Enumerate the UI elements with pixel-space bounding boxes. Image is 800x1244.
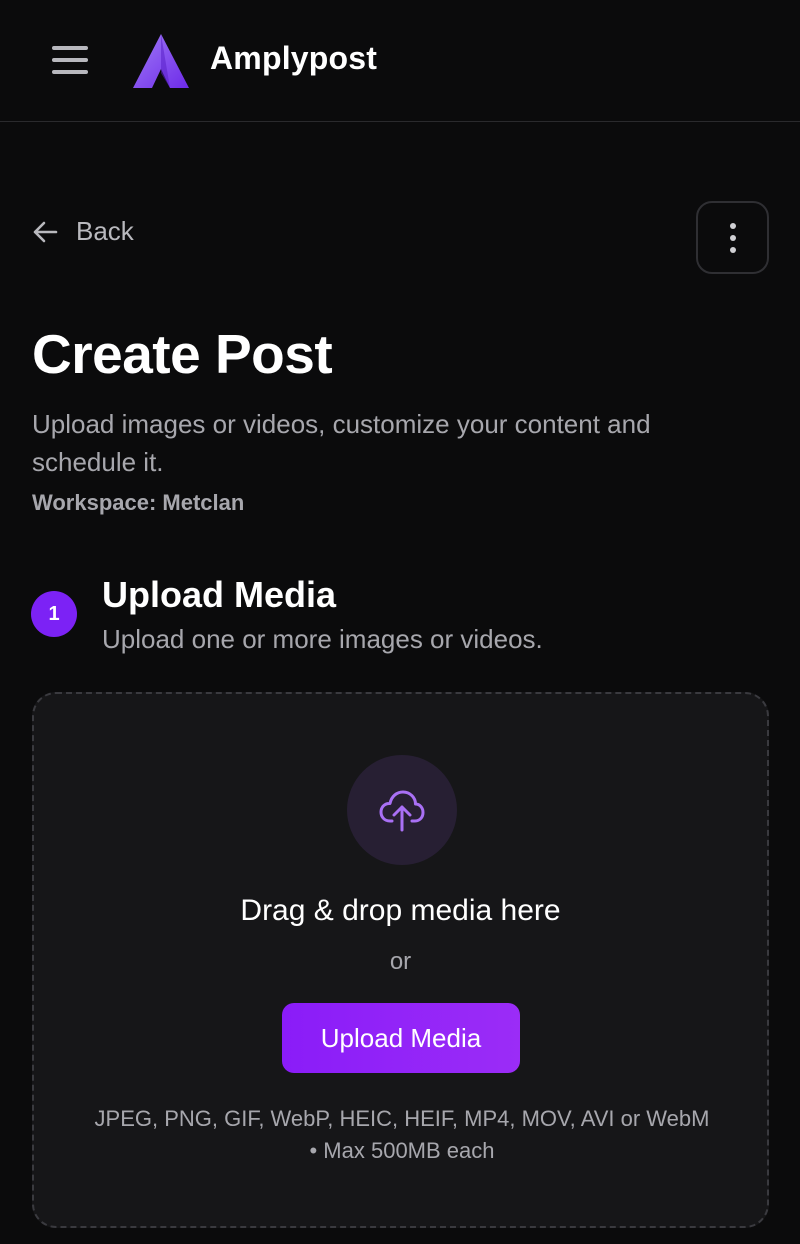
workspace-label: Workspace: Metclan <box>32 490 245 515</box>
step-number-badge: 1 <box>31 591 77 637</box>
vertical-dots-icon <box>729 234 736 241</box>
step-subtitle: Upload one or more images or videos. <box>102 624 543 654</box>
amplypost-logo-icon[interactable] <box>132 33 190 89</box>
menu-line <box>52 70 88 74</box>
app-header: Amplypost <box>0 0 800 122</box>
upload-icon-container <box>347 755 457 865</box>
page-subtitle: Upload images or videos, customize your … <box>32 409 651 477</box>
more-options-button[interactable] <box>696 201 769 274</box>
upload-media-button[interactable]: Upload Media <box>282 1003 520 1073</box>
dropzone-title: Drag & drop media here <box>240 894 561 927</box>
cloud-upload-icon <box>379 790 425 832</box>
vertical-dots-icon <box>729 222 736 229</box>
menu-line <box>52 46 88 50</box>
vertical-dots-icon <box>729 246 736 253</box>
hamburger-menu-icon[interactable] <box>50 42 90 78</box>
back-button[interactable]: Back <box>32 216 134 247</box>
arrow-left-icon <box>33 221 58 242</box>
page-title: Create Post <box>32 323 333 385</box>
step-title: Upload Media <box>102 574 337 615</box>
supported-formats-text: JPEG, PNG, GIF, WebP, HEIC, HEIF, MP4, M… <box>94 1106 710 1163</box>
brand-name[interactable]: Amplypost <box>210 40 377 77</box>
back-label: Back <box>76 216 134 246</box>
dropzone-or: or <box>389 948 412 975</box>
menu-line <box>52 58 88 62</box>
media-dropzone[interactable]: Drag & drop media here or Upload Media J… <box>32 692 769 1228</box>
